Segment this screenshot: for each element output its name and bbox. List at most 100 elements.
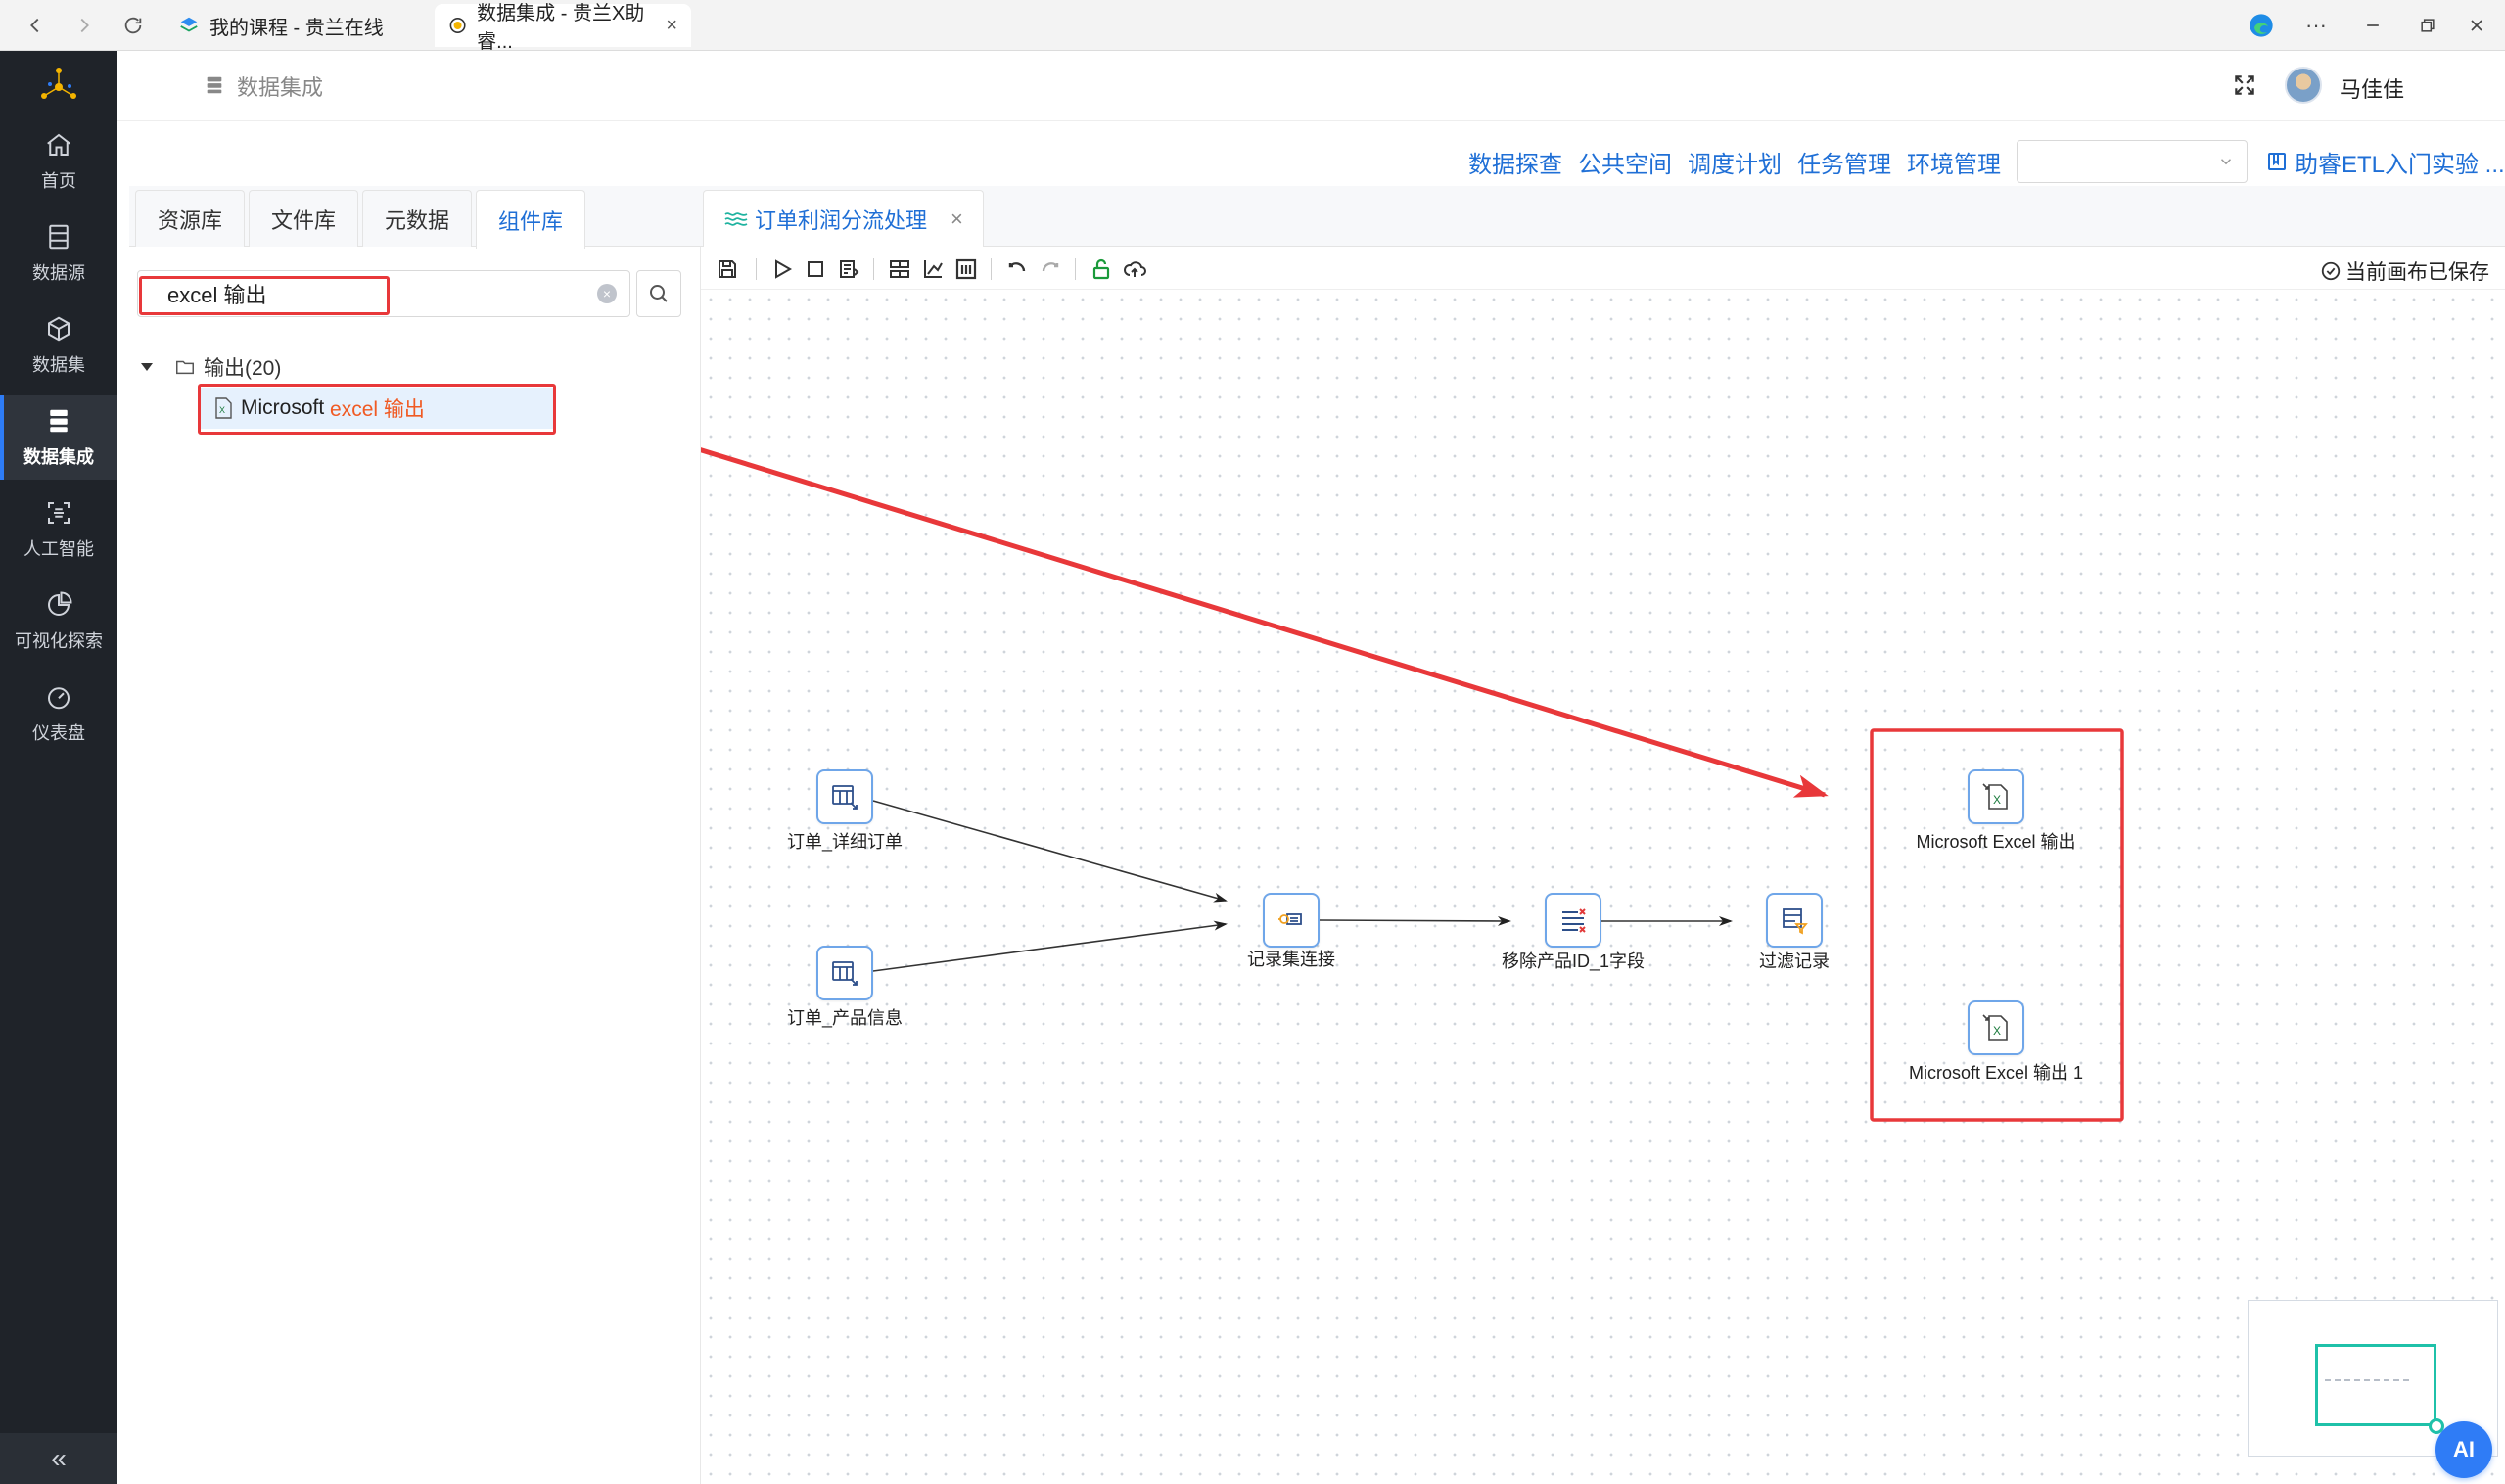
edge-profile-button[interactable] (2242, 8, 2281, 43)
undo-icon (1008, 262, 1026, 272)
restore-button[interactable] (2408, 8, 2447, 43)
minimize-icon (2367, 24, 2379, 26)
svg-text:X: X (1993, 793, 2001, 807)
chart-button[interactable] (920, 256, 946, 282)
play-icon (775, 259, 793, 279)
sidebar-item-integration[interactable]: 数据集成 (0, 395, 117, 480)
sidebar-item-label: 数据集成 (23, 447, 94, 467)
browser-tab-title: 我的课程 - 贵兰在线 (209, 17, 384, 39)
sidebar: 首页 数据源 数据集 数据集成 人工智能 可视化探索 仪表盘 « (0, 51, 117, 1484)
clear-icon[interactable]: × (597, 284, 617, 303)
save-icon (719, 260, 736, 278)
node-remove-field[interactable] (1545, 893, 1601, 948)
node-excel-output[interactable]: X (1968, 769, 2024, 824)
reload-icon (124, 17, 142, 34)
menu-link-schedule[interactable]: 调度计划 (1688, 145, 1782, 179)
tab-components[interactable]: 组件库 (476, 190, 586, 249)
menu-link-public-space[interactable]: 公共空间 (1578, 145, 1672, 179)
node-order-detail[interactable] (816, 769, 873, 824)
avatar[interactable] (2285, 67, 2322, 104)
browser-tab-title: 数据集成 - 贵兰X助睿... (477, 3, 645, 53)
lock-button[interactable] (1089, 256, 1114, 282)
close-tab-icon[interactable]: × (951, 207, 963, 232)
check-circle-icon (2321, 261, 2341, 281)
sidebar-item-home[interactable]: 首页 (0, 119, 117, 204)
node-merge-join[interactable] (1263, 893, 1320, 948)
ai-assistant-button[interactable]: AI (2435, 1421, 2492, 1478)
tab-files[interactable]: 文件库 (249, 190, 359, 247)
database-icon (49, 224, 69, 250)
edge-detail-to-join (872, 800, 1228, 903)
run-button[interactable] (769, 256, 795, 282)
edge-product-to-join (872, 920, 1228, 972)
forward-button[interactable] (67, 8, 102, 43)
guide-link[interactable]: 助睿ETL入门实验 ... (2265, 145, 2505, 179)
flow-tab-label: 订单利润分流处理 (755, 208, 928, 233)
forward-arrow-icon (80, 18, 89, 33)
gauge-icon (48, 687, 70, 710)
undo-button[interactable] (1004, 256, 1030, 282)
sidebar-item-label: 数据集 (32, 355, 85, 375)
more-menu-icon[interactable]: ··· (2296, 8, 2336, 43)
search-icon (650, 285, 668, 302)
tab-repository[interactable]: 资源库 (135, 190, 246, 247)
browser-tab-course[interactable]: 我的课程 - 贵兰在线 (164, 4, 397, 47)
axis-chart-icon (924, 260, 943, 278)
grid-icon (890, 260, 909, 278)
menu-link-explore[interactable]: 数据探查 (1468, 145, 1562, 179)
tab-flow[interactable]: 订单利润分流处理 × (703, 190, 984, 247)
tree-folder-label: 输出(20) (204, 357, 282, 380)
app-logo-icon (41, 68, 76, 99)
toolbar-separator (1075, 258, 1076, 280)
excel-output-icon: X (1982, 783, 2008, 810)
panel-button[interactable] (953, 256, 979, 282)
back-button[interactable] (18, 8, 53, 43)
sidebar-item-datasource[interactable]: 数据源 (0, 211, 117, 296)
editor-tabs: 订单利润分流处理 × (701, 186, 2505, 247)
stop-icon (808, 261, 823, 277)
layers-icon (180, 17, 198, 32)
canvas-connectors (701, 447, 2124, 1122)
node-product-info[interactable] (816, 946, 873, 1000)
node-filter-rows[interactable] (1766, 893, 1823, 948)
preview-button[interactable] (836, 256, 861, 282)
panel-icon (955, 258, 977, 280)
menu-link-environment[interactable]: 环境管理 (1907, 145, 2001, 179)
sidebar-item-ai[interactable]: 人工智能 (0, 487, 117, 572)
tab-metadata[interactable]: 元数据 (362, 190, 473, 247)
align-button[interactable] (887, 256, 912, 282)
app-favicon-icon (449, 18, 466, 33)
node-excel-output-1[interactable]: X (1968, 1000, 2024, 1055)
pie-chart-icon (48, 591, 72, 616)
tree-folder-output[interactable]: 输出(20) (141, 352, 281, 382)
fullscreen-icon[interactable] (2232, 72, 2257, 98)
edge-icon (2250, 14, 2273, 37)
search-button[interactable] (636, 270, 681, 317)
username[interactable]: 马佳佳 (2340, 72, 2404, 104)
toolbar-separator (991, 258, 992, 280)
reload-button[interactable] (116, 8, 151, 43)
sidebar-collapse-button[interactable]: « (0, 1433, 117, 1484)
redo-button[interactable] (1038, 256, 1063, 282)
browser-tab-integration[interactable]: 数据集成 - 贵兰X助睿... × (435, 3, 691, 53)
annotation-box-tree-item (198, 384, 556, 435)
save-button[interactable] (715, 256, 740, 282)
menu-link-tasks[interactable]: 任务管理 (1797, 145, 1891, 179)
restore-icon (2421, 19, 2435, 32)
publish-button[interactable] (1122, 256, 1147, 282)
minimize-button[interactable] (2353, 8, 2392, 43)
redo-icon (1042, 262, 1059, 272)
preview-icon (840, 260, 859, 278)
sidebar-item-dashboard[interactable]: 仪表盘 (0, 672, 117, 756)
minimap-viewport[interactable] (2315, 1344, 2436, 1426)
top-menu: 数据探查 公共空间 调度计划 任务管理 环境管理 助睿ETL入门实验 ... (1468, 140, 2505, 183)
node-label: Microsoft Excel 输出 1 (1908, 1063, 2084, 1083)
sidebar-item-visual[interactable]: 可视化探索 (0, 580, 117, 664)
environment-select[interactable] (2017, 140, 2248, 183)
tab-close-icon[interactable]: × (666, 15, 677, 37)
unlock-icon (1092, 258, 1110, 280)
sidebar-item-dataset[interactable]: 数据集 (0, 303, 117, 388)
stop-button[interactable] (803, 256, 828, 282)
flow-canvas[interactable]: 订单_详细订单 订单_产品信息 记录集连接 移除产品ID_1字段 过滤记录 X … (701, 290, 2505, 1484)
close-window-button[interactable] (2457, 8, 2496, 43)
